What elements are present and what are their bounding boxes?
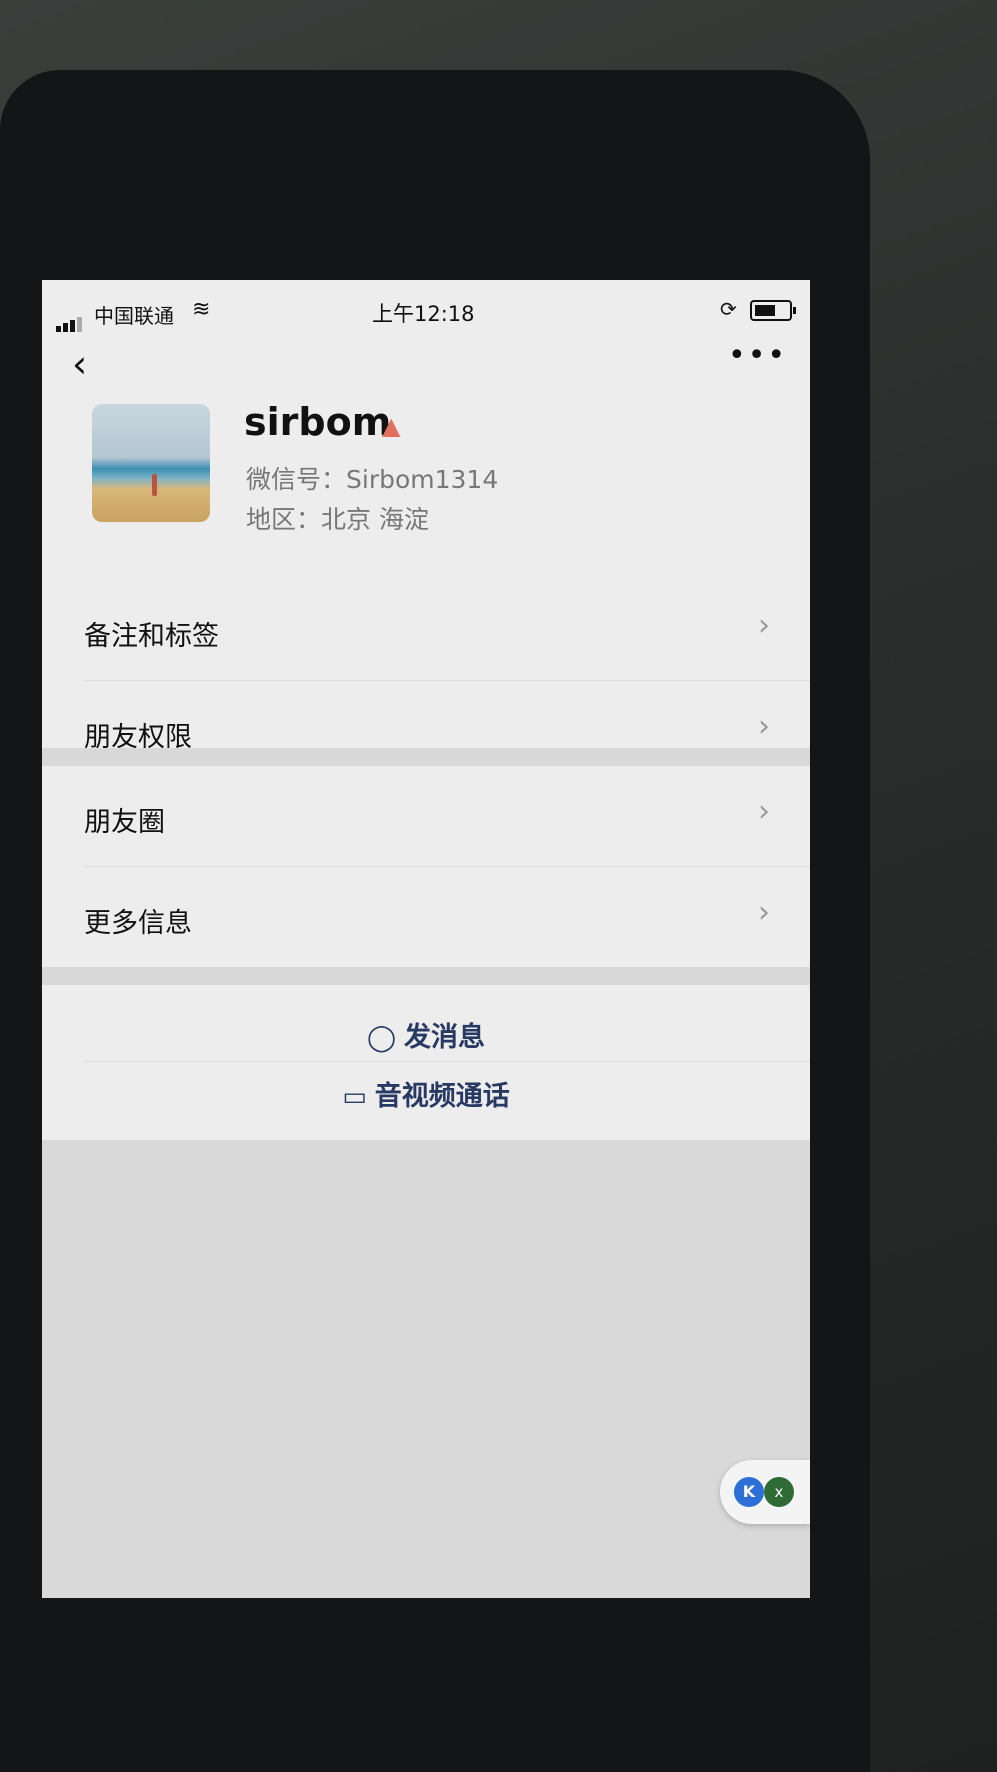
section-divider bbox=[42, 967, 810, 985]
floating-widget[interactable]: K x bbox=[720, 1460, 810, 1524]
avatar[interactable] bbox=[92, 404, 210, 522]
video-call-label: 音视频通话 bbox=[374, 1081, 510, 1112]
carrier-label: 中国联通 bbox=[94, 304, 174, 328]
more-options-button[interactable]: ••• bbox=[728, 338, 787, 373]
person-icon: ▲ bbox=[382, 412, 401, 440]
navigation-bar: ‹ ••• bbox=[42, 330, 810, 400]
wechat-contact-profile-screen: 中国联通 ≋ 上午12:18 ⟳ ‹ ••• sirbom ▲ 微信号：Sirb… bbox=[42, 280, 810, 1598]
chevron-right-icon: › bbox=[758, 709, 770, 744]
menu-moments[interactable]: 朋友圈 › bbox=[42, 766, 810, 866]
menu-remarks-tags-label: 备注和标签 bbox=[84, 621, 219, 652]
wifi-icon: ≋ bbox=[192, 297, 211, 322]
menu-more-info[interactable]: 更多信息 › bbox=[42, 867, 810, 967]
status-bar: 中国联通 ≋ 上午12:18 ⟳ bbox=[42, 280, 810, 332]
signal-strength-icon bbox=[56, 308, 84, 332]
video-call-button[interactable]: ▭ 音视频通话 bbox=[42, 1044, 810, 1140]
rotation-lock-icon: ⟳ bbox=[720, 297, 737, 321]
video-camera-icon: ▭ bbox=[342, 1082, 367, 1112]
contact-name: sirbom bbox=[244, 400, 392, 444]
menu-moments-label: 朋友圈 bbox=[84, 807, 165, 838]
chevron-right-icon: › bbox=[758, 895, 770, 930]
status-time: 上午12:18 bbox=[372, 302, 475, 326]
chevron-right-icon: › bbox=[758, 794, 770, 829]
section-divider bbox=[42, 748, 810, 766]
region: 地区：北京 海淀 bbox=[246, 505, 429, 534]
chevron-right-icon: › bbox=[758, 608, 770, 643]
menu-more-info-label: 更多信息 bbox=[84, 908, 192, 939]
menu-remarks-tags[interactable]: 备注和标签 › bbox=[42, 580, 810, 680]
floating-widget-close-button[interactable]: x bbox=[764, 1477, 794, 1507]
wechat-id: 微信号：Sirbom1314 bbox=[246, 465, 499, 494]
back-button[interactable]: ‹ bbox=[72, 342, 87, 386]
empty-area bbox=[42, 1140, 810, 1598]
avatar-figure bbox=[152, 474, 157, 496]
profile-header: sirbom ▲ 微信号：Sirbom1314 地区：北京 海淀 bbox=[42, 400, 810, 570]
floating-widget-k-icon[interactable]: K bbox=[734, 1477, 764, 1507]
battery-icon bbox=[750, 300, 796, 321]
